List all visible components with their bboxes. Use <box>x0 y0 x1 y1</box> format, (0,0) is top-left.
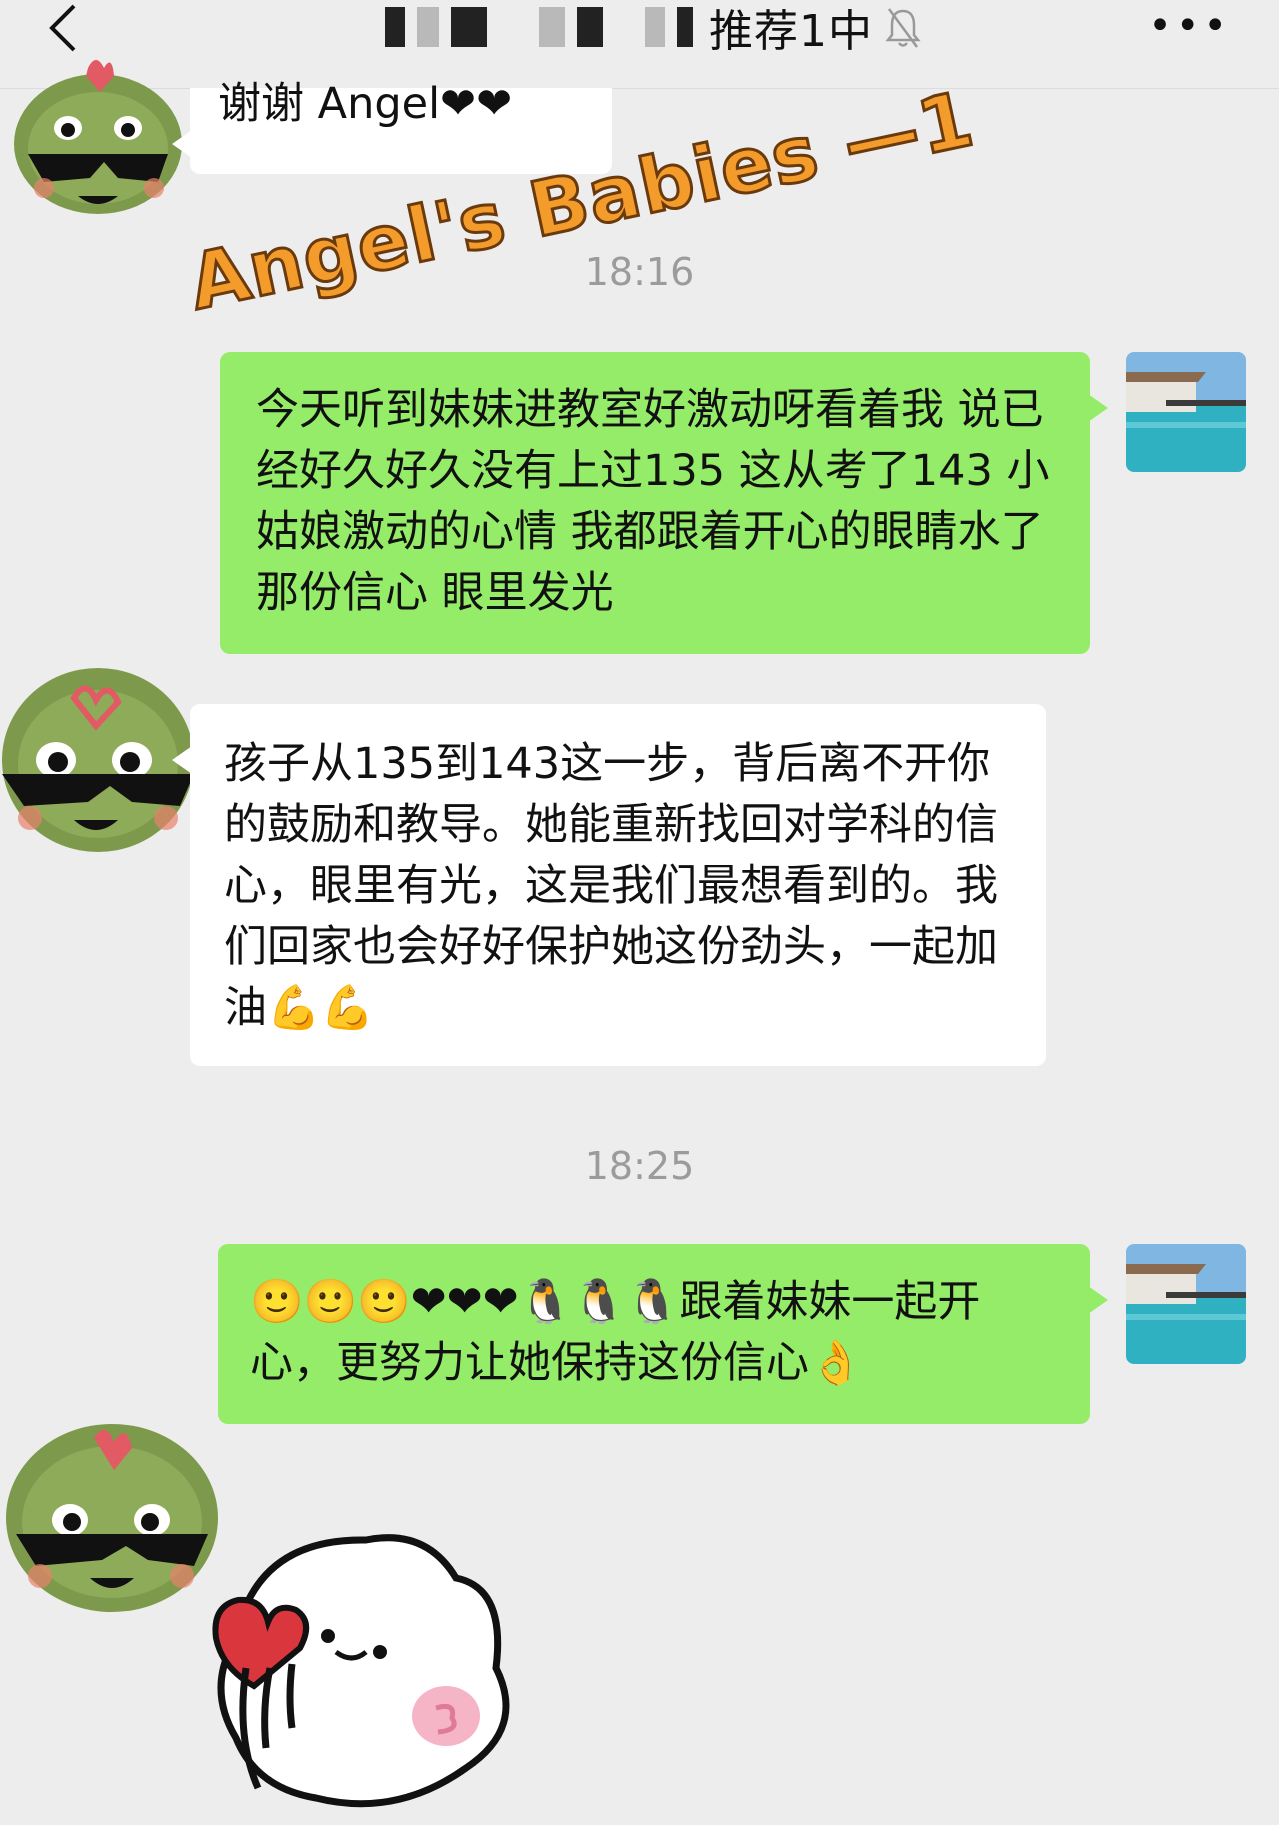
message-text: 🙂🙂🙂❤❤❤🐧🐧🐧跟着妹妹一起开心，更努力让她保持这份信心👌 <box>250 1277 981 1388</box>
redacted-block <box>677 7 693 47</box>
chat-title: 推荐1中 <box>385 2 923 57</box>
mute-bell-icon <box>885 8 921 48</box>
redacted-block <box>539 7 565 47</box>
message-text: 今天听到妹妹进教室好激动呀看着我 说已经好久好久没有上过135 这从考了143 … <box>256 385 1050 618</box>
frog-sunglasses-avatar[interactable] <box>0 650 196 856</box>
redacted-block <box>451 7 487 47</box>
message-text: 孩子从135到143这一步，背后离不开你的鼓励和教导。她能重新找回对学科的信心，… <box>224 739 998 1033</box>
redacted-block <box>645 7 665 47</box>
redacted-block <box>577 7 603 47</box>
message-bubble-incoming[interactable]: 孩子从135到143这一步，背后离不开你的鼓励和教导。她能重新找回对学科的信心，… <box>172 704 1046 1066</box>
redacted-block <box>385 7 405 47</box>
back-arrow-icon[interactable] <box>44 2 84 54</box>
chat-title-text: 推荐1中 <box>709 6 873 57</box>
redacted-block <box>417 7 439 47</box>
message-bubble-outgoing[interactable]: 🙂🙂🙂❤❤❤🐧🐧🐧跟着妹妹一起开心，更努力让她保持这份信心👌 <box>218 1244 1108 1424</box>
timestamp: 18:25 <box>584 1144 695 1188</box>
frog-sunglasses-avatar[interactable] <box>8 48 186 216</box>
message-bubble-outgoing[interactable]: 今天听到妹妹进教室好激动呀看着我 说已经好久好久没有上过135 这从考了143 … <box>220 352 1108 654</box>
more-dots-icon[interactable]: ••• <box>1148 6 1231 46</box>
beach-villa-avatar[interactable] <box>1126 352 1246 472</box>
message-text: 谢谢 Angel❤❤ <box>218 79 513 129</box>
heart-sticker[interactable] <box>196 1518 560 1818</box>
beach-villa-avatar[interactable] <box>1126 1244 1246 1364</box>
chat-header: 推荐1中 ••• <box>0 0 1279 89</box>
frog-sunglasses-avatar[interactable] <box>2 1408 222 1614</box>
